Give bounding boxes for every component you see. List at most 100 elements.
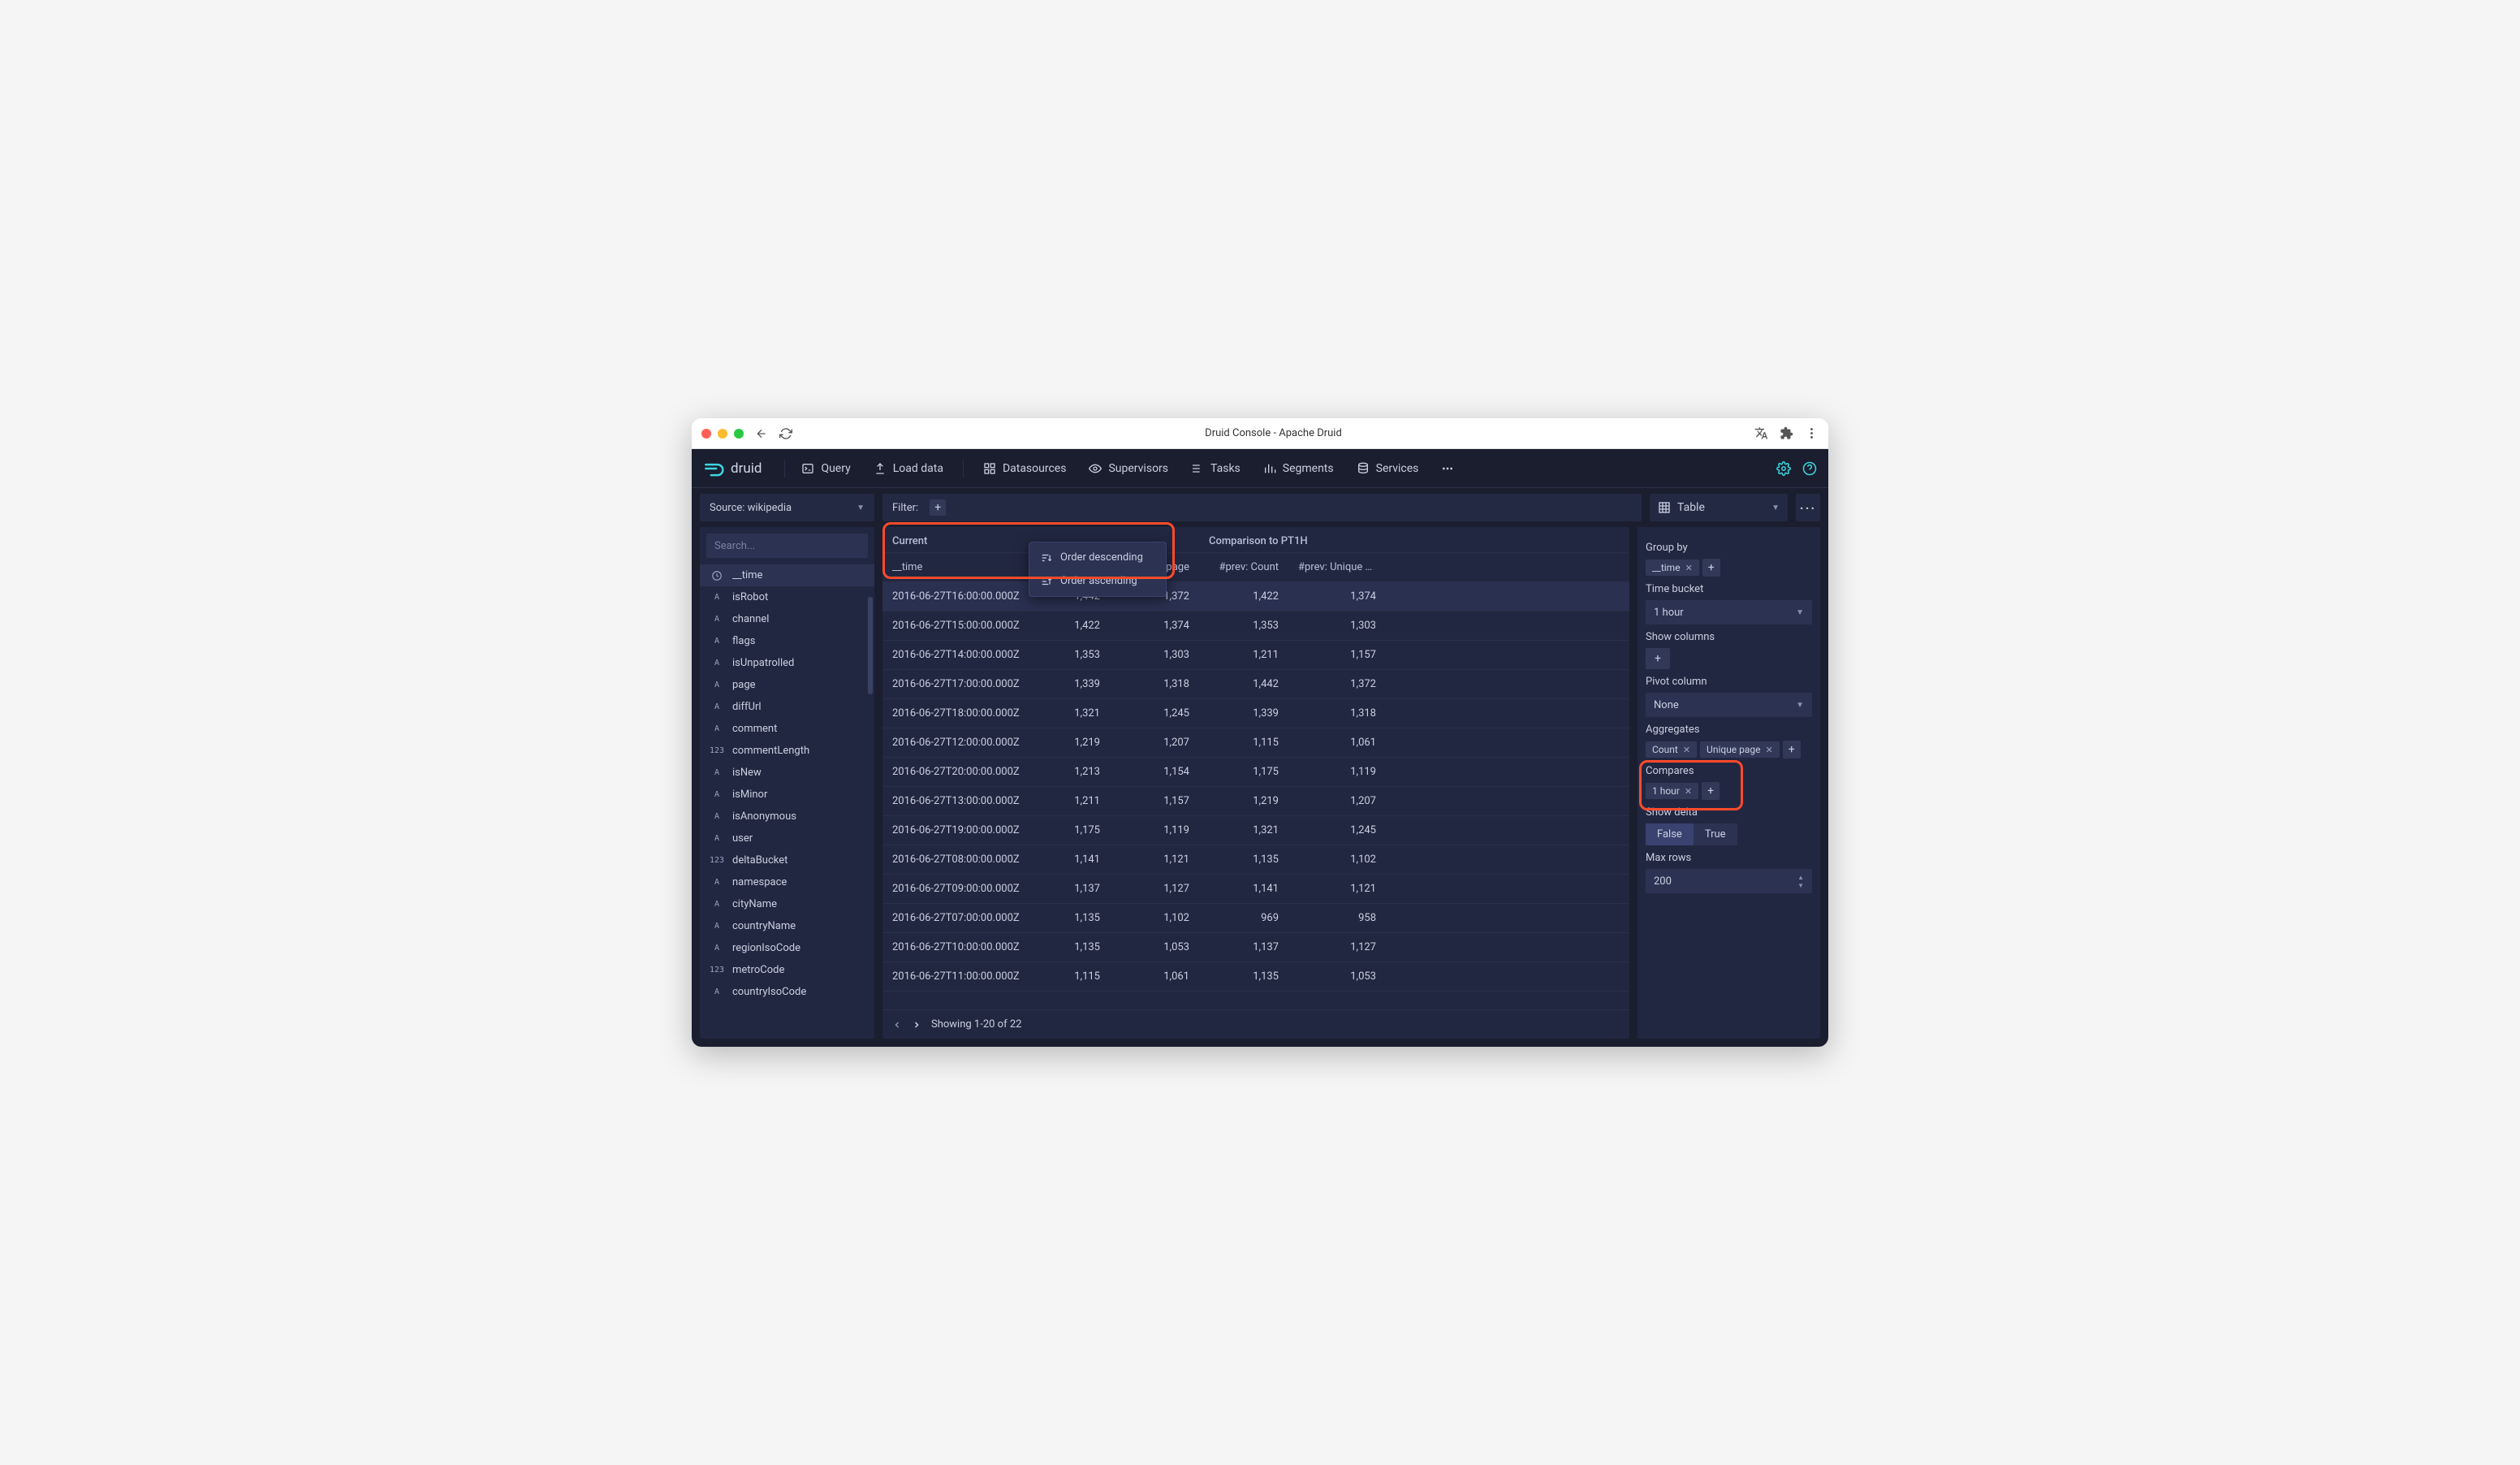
control-bar: Source: wikipedia ▼ Filter: + Table ▼ ··…: [692, 488, 1828, 527]
delta-false-button[interactable]: False: [1646, 823, 1694, 845]
window-titlebar: Druid Console - Apache Druid: [692, 418, 1828, 449]
aggregate-count-tag[interactable]: Count✕: [1646, 741, 1697, 758]
column-header-prev-unique[interactable]: #prev: Unique p...: [1288, 553, 1386, 581]
top-navbar: druid Query Load data Datasources: [692, 449, 1828, 488]
scrollbar-thumb[interactable]: [868, 597, 873, 694]
column-item[interactable]: AisMinor: [700, 784, 874, 806]
table-row[interactable]: 2016-06-27T08:00:00.000Z1,1411,1211,1351…: [882, 845, 1629, 875]
nav-segments[interactable]: Segments: [1254, 457, 1344, 480]
table-row[interactable]: 2016-06-27T17:00:00.000Z1,3391,3181,4421…: [882, 670, 1629, 699]
column-name: user: [732, 832, 753, 845]
column-name: comment: [732, 723, 777, 735]
column-item[interactable]: 123metroCode: [700, 959, 874, 981]
column-name: deltaBucket: [732, 854, 788, 866]
table-row[interactable]: 2016-06-27T16:00:00.000Z1,4421,3721,4221…: [882, 582, 1629, 611]
reload-button[interactable]: [779, 427, 792, 440]
column-item[interactable]: AisAnonymous: [700, 806, 874, 828]
column-item[interactable]: 123deltaBucket: [700, 849, 874, 871]
add-aggregate-button[interactable]: +: [1783, 741, 1801, 758]
column-item[interactable]: Aflags: [700, 630, 874, 652]
remove-tag-icon[interactable]: ✕: [1766, 745, 1773, 755]
column-item[interactable]: Achannel: [700, 608, 874, 630]
group-header-comparison: Comparison to PT1H: [1199, 527, 1629, 552]
table-row[interactable]: 2016-06-27T20:00:00.000Z1,2131,1541,1751…: [882, 758, 1629, 787]
column-item[interactable]: Auser: [700, 828, 874, 849]
time-bucket-select[interactable]: 1 hour ▼: [1646, 600, 1812, 624]
column-item[interactable]: AcountryIsoCode: [700, 981, 874, 1003]
column-item[interactable]: AisRobot: [700, 586, 874, 608]
search-input[interactable]: [706, 534, 868, 558]
column-item[interactable]: AisNew: [700, 762, 874, 784]
add-group-by-button[interactable]: +: [1702, 559, 1720, 577]
column-item[interactable]: 123commentLength: [700, 740, 874, 762]
column-item[interactable]: AregionIsoCode: [700, 937, 874, 959]
cell-unique: 1,102: [1110, 904, 1199, 932]
remove-tag-icon[interactable]: ✕: [1685, 786, 1692, 797]
table-row[interactable]: 2016-06-27T10:00:00.000Z1,1351,0531,1371…: [882, 933, 1629, 962]
nav-tasks[interactable]: Tasks: [1181, 457, 1250, 480]
table-row[interactable]: 2016-06-27T11:00:00.000Z1,1151,0611,1351…: [882, 962, 1629, 992]
add-column-button[interactable]: +: [1646, 648, 1670, 669]
column-header-prev-count[interactable]: #prev: Count: [1199, 553, 1288, 581]
view-options-button[interactable]: ···: [1796, 494, 1820, 521]
add-compare-button[interactable]: +: [1702, 782, 1720, 800]
column-item[interactable]: AcountryName: [700, 915, 874, 937]
group-by-tag[interactable]: __time✕: [1646, 560, 1699, 576]
column-item[interactable]: AcityName: [700, 893, 874, 915]
column-item[interactable]: __time: [700, 564, 874, 586]
cell-time: 2016-06-27T08:00:00.000Z: [882, 845, 1021, 874]
source-select[interactable]: Source: wikipedia ▼: [700, 494, 874, 521]
table-row[interactable]: 2016-06-27T18:00:00.000Z1,3211,2451,3391…: [882, 699, 1629, 728]
eye-icon: [1089, 462, 1102, 475]
table-row[interactable]: 2016-06-27T07:00:00.000Z1,1351,102969958: [882, 904, 1629, 933]
nav-supervisors[interactable]: Supervisors: [1079, 457, 1178, 480]
nav-load-data[interactable]: Load data: [864, 457, 953, 480]
minimize-window-button[interactable]: [718, 429, 727, 439]
step-down-icon[interactable]: ▼: [1797, 882, 1804, 889]
table-icon: [1658, 501, 1671, 514]
column-item[interactable]: Acomment: [700, 718, 874, 740]
table-row[interactable]: 2016-06-27T09:00:00.000Z1,1371,1271,1411…: [882, 875, 1629, 904]
cell-prev-count: 1,339: [1199, 699, 1288, 728]
table-row[interactable]: 2016-06-27T13:00:00.000Z1,2111,1571,2191…: [882, 787, 1629, 816]
translate-icon[interactable]: [1754, 426, 1768, 440]
remove-tag-icon[interactable]: ✕: [1683, 745, 1690, 755]
column-name: cityName: [732, 898, 777, 910]
column-item[interactable]: AisUnpatrolled: [700, 652, 874, 674]
table-row[interactable]: 2016-06-27T15:00:00.000Z1,4221,3741,3531…: [882, 611, 1629, 641]
help-icon[interactable]: [1802, 461, 1817, 476]
remove-tag-icon[interactable]: ✕: [1685, 563, 1693, 573]
nav-datasources[interactable]: Datasources: [973, 457, 1077, 480]
nav-more[interactable]: [1431, 457, 1464, 480]
menu-icon[interactable]: [1805, 426, 1819, 440]
column-name: countryIsoCode: [732, 986, 806, 998]
column-item[interactable]: Apage: [700, 674, 874, 696]
nav-services[interactable]: Services: [1347, 457, 1429, 480]
order-descending-item[interactable]: Order descending: [1029, 546, 1166, 569]
back-button[interactable]: [755, 427, 768, 440]
table-row[interactable]: 2016-06-27T12:00:00.000Z1,2191,2071,1151…: [882, 728, 1629, 758]
step-up-icon[interactable]: ▲: [1797, 874, 1804, 881]
column-item[interactable]: AdiffUrl: [700, 696, 874, 718]
logo[interactable]: druid: [703, 458, 762, 479]
compare-tag[interactable]: 1 hour✕: [1646, 783, 1698, 799]
table-row[interactable]: 2016-06-27T19:00:00.000Z1,1751,1191,3211…: [882, 816, 1629, 845]
order-ascending-item[interactable]: Order ascending: [1029, 569, 1166, 593]
table-row[interactable]: 2016-06-27T14:00:00.000Z1,3531,3031,2111…: [882, 641, 1629, 670]
maximize-window-button[interactable]: [734, 429, 744, 439]
max-rows-input[interactable]: 200 ▲ ▼: [1646, 869, 1812, 893]
nav-query[interactable]: Query: [792, 457, 860, 480]
close-window-button[interactable]: [701, 429, 711, 439]
next-page-button[interactable]: [912, 1020, 921, 1030]
delta-true-button[interactable]: True: [1694, 823, 1737, 845]
pivot-column-select[interactable]: None ▼: [1646, 693, 1812, 717]
extensions-icon[interactable]: [1780, 426, 1793, 440]
settings-icon[interactable]: [1776, 461, 1791, 476]
filter-bar[interactable]: Filter: +: [882, 494, 1642, 521]
add-filter-button[interactable]: +: [930, 499, 946, 516]
column-item[interactable]: Anamespace: [700, 871, 874, 893]
column-header-time[interactable]: __time: [882, 553, 1021, 581]
view-select[interactable]: Table ▼: [1650, 494, 1788, 521]
aggregate-unique-tag[interactable]: Unique page✕: [1700, 741, 1780, 758]
prev-page-button[interactable]: [892, 1020, 902, 1030]
